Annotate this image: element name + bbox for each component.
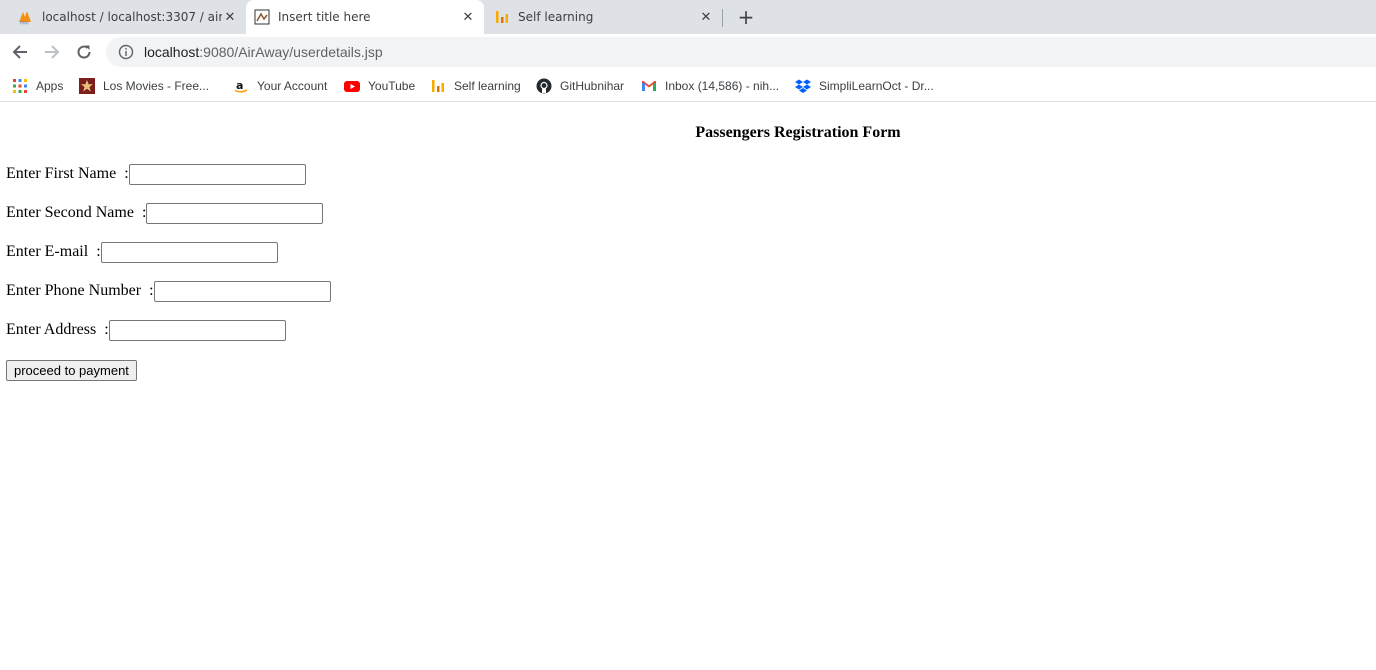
youtube-icon — [344, 78, 360, 94]
apps-grid-icon — [12, 78, 28, 94]
svg-text:a: a — [236, 79, 243, 92]
phpmyadmin-icon: PMA — [18, 9, 34, 25]
url-text: localhost:9080/AirAway/userdetails.jsp — [144, 44, 383, 60]
address-bar[interactable]: localhost:9080/AirAway/userdetails.jsp — [106, 37, 1376, 67]
first-name-label: Enter First Name : — [6, 165, 129, 182]
tab-self-learning[interactable]: Self learning ✕ — [486, 0, 722, 34]
star-icon — [79, 78, 95, 94]
bookmark-apps[interactable]: Apps — [12, 74, 63, 98]
second-name-input[interactable] — [146, 202, 324, 224]
svg-text:PMA: PMA — [20, 21, 29, 26]
bookmark-github[interactable]: GitHubnihar — [536, 74, 624, 98]
browser-toolbar: localhost:9080/AirAway/userdetails.jsp — [0, 34, 1376, 70]
email-row: Enter E-mail : — [6, 241, 278, 263]
url-path: :9080/AirAway/userdetails.jsp — [199, 44, 383, 60]
bookmark-label: Apps — [36, 79, 64, 93]
bookmark-label: Your Account — [257, 79, 328, 93]
generic-page-icon — [254, 9, 270, 25]
tab-title: localhost / localhost:3307 / airaw — [42, 10, 222, 24]
bookmark-your-account[interactable]: a Your Account — [233, 74, 327, 98]
analytics-icon — [494, 9, 510, 25]
bookmarks-bar: Apps Los Movies - Free... a Your Account… — [0, 70, 1376, 102]
bookmark-label: YouTube — [368, 79, 416, 93]
bookmark-label: GitHubnihar — [560, 79, 625, 93]
tab-strip: PMA localhost / localhost:3307 / airaw ✕… — [0, 0, 1376, 34]
bookmark-label: SimpliLearnOct - Dr... — [819, 79, 934, 93]
bookmark-los-movies[interactable]: Los Movies - Free... — [79, 74, 209, 98]
close-icon[interactable]: ✕ — [222, 9, 238, 25]
proceed-to-payment-button[interactable]: proceed to payment — [6, 360, 137, 381]
second-name-label: Enter Second Name : — [6, 204, 147, 221]
bookmark-label: Self learning — [454, 79, 521, 93]
forward-icon[interactable] — [38, 38, 66, 66]
tab-title: Insert title here — [278, 10, 371, 24]
url-host: localhost — [144, 44, 200, 60]
close-icon[interactable]: ✕ — [460, 9, 476, 25]
new-tab-icon[interactable]: + — [734, 5, 758, 29]
page-content: Passengers Registration Form Enter First… — [0, 103, 1376, 670]
amazon-icon: a — [233, 78, 249, 94]
bookmark-label: Los Movies - Free... — [103, 79, 210, 93]
bookmark-dropbox[interactable]: SimpliLearnOct - Dr... — [795, 74, 934, 98]
tab-phpmyadmin[interactable]: PMA localhost / localhost:3307 / airaw ✕ — [10, 0, 246, 34]
back-icon[interactable] — [6, 38, 34, 66]
form-title: Passengers Registration Form — [695, 124, 901, 141]
bookmark-gmail-inbox[interactable]: Inbox (14,586) - nih... — [641, 74, 779, 98]
dropbox-icon — [795, 78, 811, 94]
github-icon — [536, 78, 552, 94]
bookmark-youtube[interactable]: YouTube — [344, 74, 415, 98]
analytics-icon — [430, 78, 446, 94]
info-icon[interactable] — [118, 44, 134, 60]
phone-input[interactable] — [153, 280, 331, 302]
gmail-icon — [641, 78, 657, 94]
bookmark-label: Inbox (14,586) - nih... — [665, 79, 780, 93]
email-label: Enter E-mail : — [6, 243, 101, 260]
reload-icon[interactable] — [70, 38, 98, 66]
tab-title: Self learning — [518, 10, 594, 24]
tab-insert-title[interactable]: Insert title here ✕ — [246, 0, 484, 34]
email-input[interactable] — [100, 241, 278, 263]
phone-label: Enter Phone Number : — [6, 282, 154, 299]
first-name-input[interactable] — [128, 163, 306, 185]
address-label: Enter Address : — [6, 321, 109, 338]
close-icon[interactable]: ✕ — [698, 9, 714, 25]
second-name-row: Enter Second Name : — [6, 202, 324, 224]
address-input[interactable] — [108, 319, 286, 341]
bookmark-self-learning[interactable]: Self learning — [430, 74, 521, 98]
first-name-row: Enter First Name : — [6, 163, 306, 185]
tab-divider — [722, 9, 723, 27]
phone-row: Enter Phone Number : — [6, 280, 331, 302]
address-row: Enter Address : — [6, 319, 286, 341]
